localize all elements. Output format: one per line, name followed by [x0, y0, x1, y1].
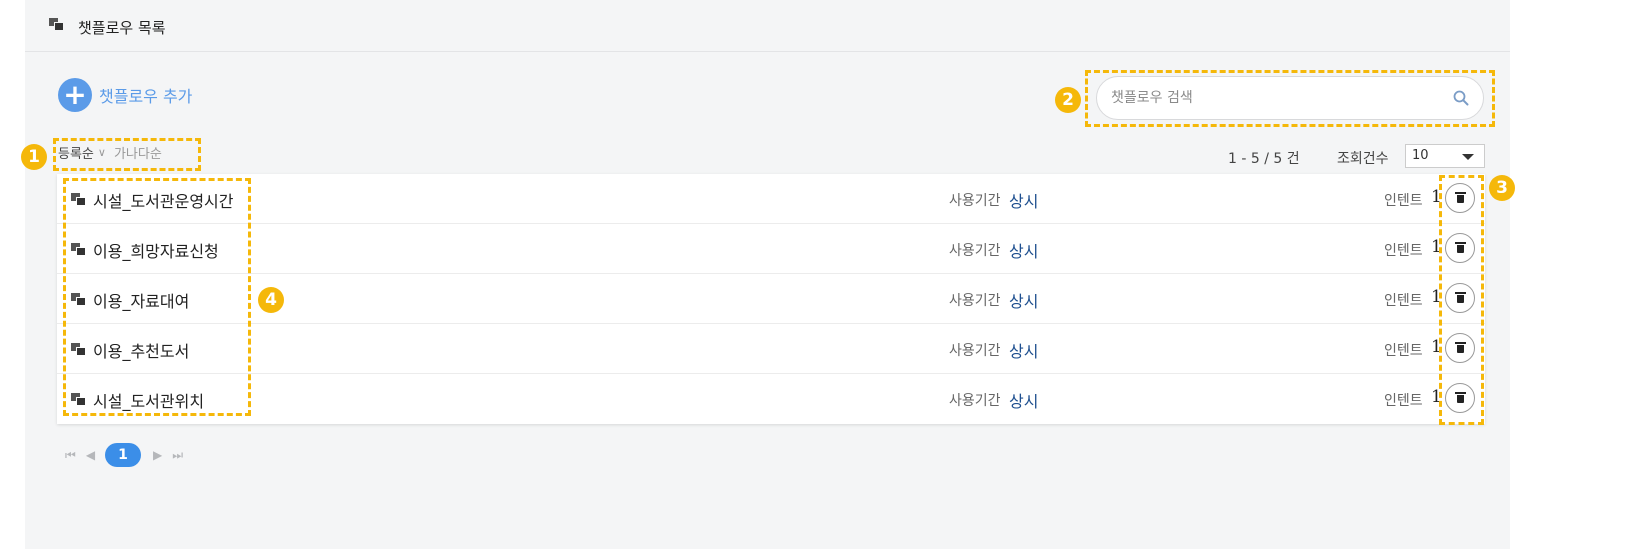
dropdown-arrow-icon [1462, 154, 1474, 160]
list-item[interactable]: 시설_도서관운영시간 사용기간 상시 인텐트 1 [57, 174, 1485, 224]
page-title: 챗플로우 목록 [78, 19, 166, 37]
period-value: 상시 [1009, 242, 1039, 261]
add-chatflow-label: 챗플로우 추가 [99, 87, 193, 106]
intent-label: 인텐트 [1384, 243, 1423, 259]
intent-label: 인텐트 [1384, 193, 1423, 209]
period-label: 사용기간 [949, 243, 1001, 259]
intent-label: 인텐트 [1384, 343, 1423, 359]
annotation-badge-1: 1 [21, 144, 47, 170]
annotation-badge-3: 3 [1489, 175, 1515, 201]
per-page-value: 10 [1412, 148, 1429, 163]
highlight-delete [1439, 175, 1484, 425]
prev-page-icon[interactable]: ◀ [86, 448, 95, 462]
per-page-select[interactable]: 10 [1405, 144, 1485, 168]
pagination: ⏮ ◀ 1 ▶ ⏭ [65, 443, 193, 467]
chatflow-icon [49, 18, 64, 31]
plus-icon: + [58, 78, 92, 112]
intent-label: 인텐트 [1384, 393, 1423, 409]
next-page-icon[interactable]: ▶ [153, 448, 162, 462]
annotation-badge-4: 4 [258, 287, 284, 313]
highlight-search [1085, 70, 1495, 127]
list-item[interactable]: 시설_도서관위치 사용기간 상시 인텐트 1 [57, 374, 1485, 424]
intent-label: 인텐트 [1384, 293, 1423, 309]
current-page[interactable]: 1 [105, 443, 142, 467]
annotation-badge-2: 2 [1055, 87, 1081, 113]
period-value: 상시 [1009, 392, 1039, 411]
highlight-sort [53, 138, 201, 171]
result-count: 1 - 5 / 5 건 [1228, 151, 1300, 167]
page-header: 챗플로우 목록 [25, 0, 1510, 52]
list-item[interactable]: 이용_희망자료신청 사용기간 상시 인텐트 1 [57, 224, 1485, 274]
period-value: 상시 [1009, 292, 1039, 311]
period-value: 상시 [1009, 192, 1039, 211]
period-label: 사용기간 [949, 293, 1001, 309]
period-value: 상시 [1009, 342, 1039, 361]
period-label: 사용기간 [949, 193, 1001, 209]
add-chatflow-button[interactable]: + 챗플로우 추가 [58, 78, 192, 112]
highlight-names [63, 178, 251, 416]
per-page-label: 조회건수 [1337, 151, 1389, 167]
first-page-icon[interactable]: ⏮ [65, 448, 76, 463]
last-page-icon[interactable]: ⏭ [172, 448, 183, 463]
period-label: 사용기간 [949, 393, 1001, 409]
list-item[interactable]: 이용_추천도서 사용기간 상시 인텐트 1 [57, 324, 1485, 374]
period-label: 사용기간 [949, 343, 1001, 359]
